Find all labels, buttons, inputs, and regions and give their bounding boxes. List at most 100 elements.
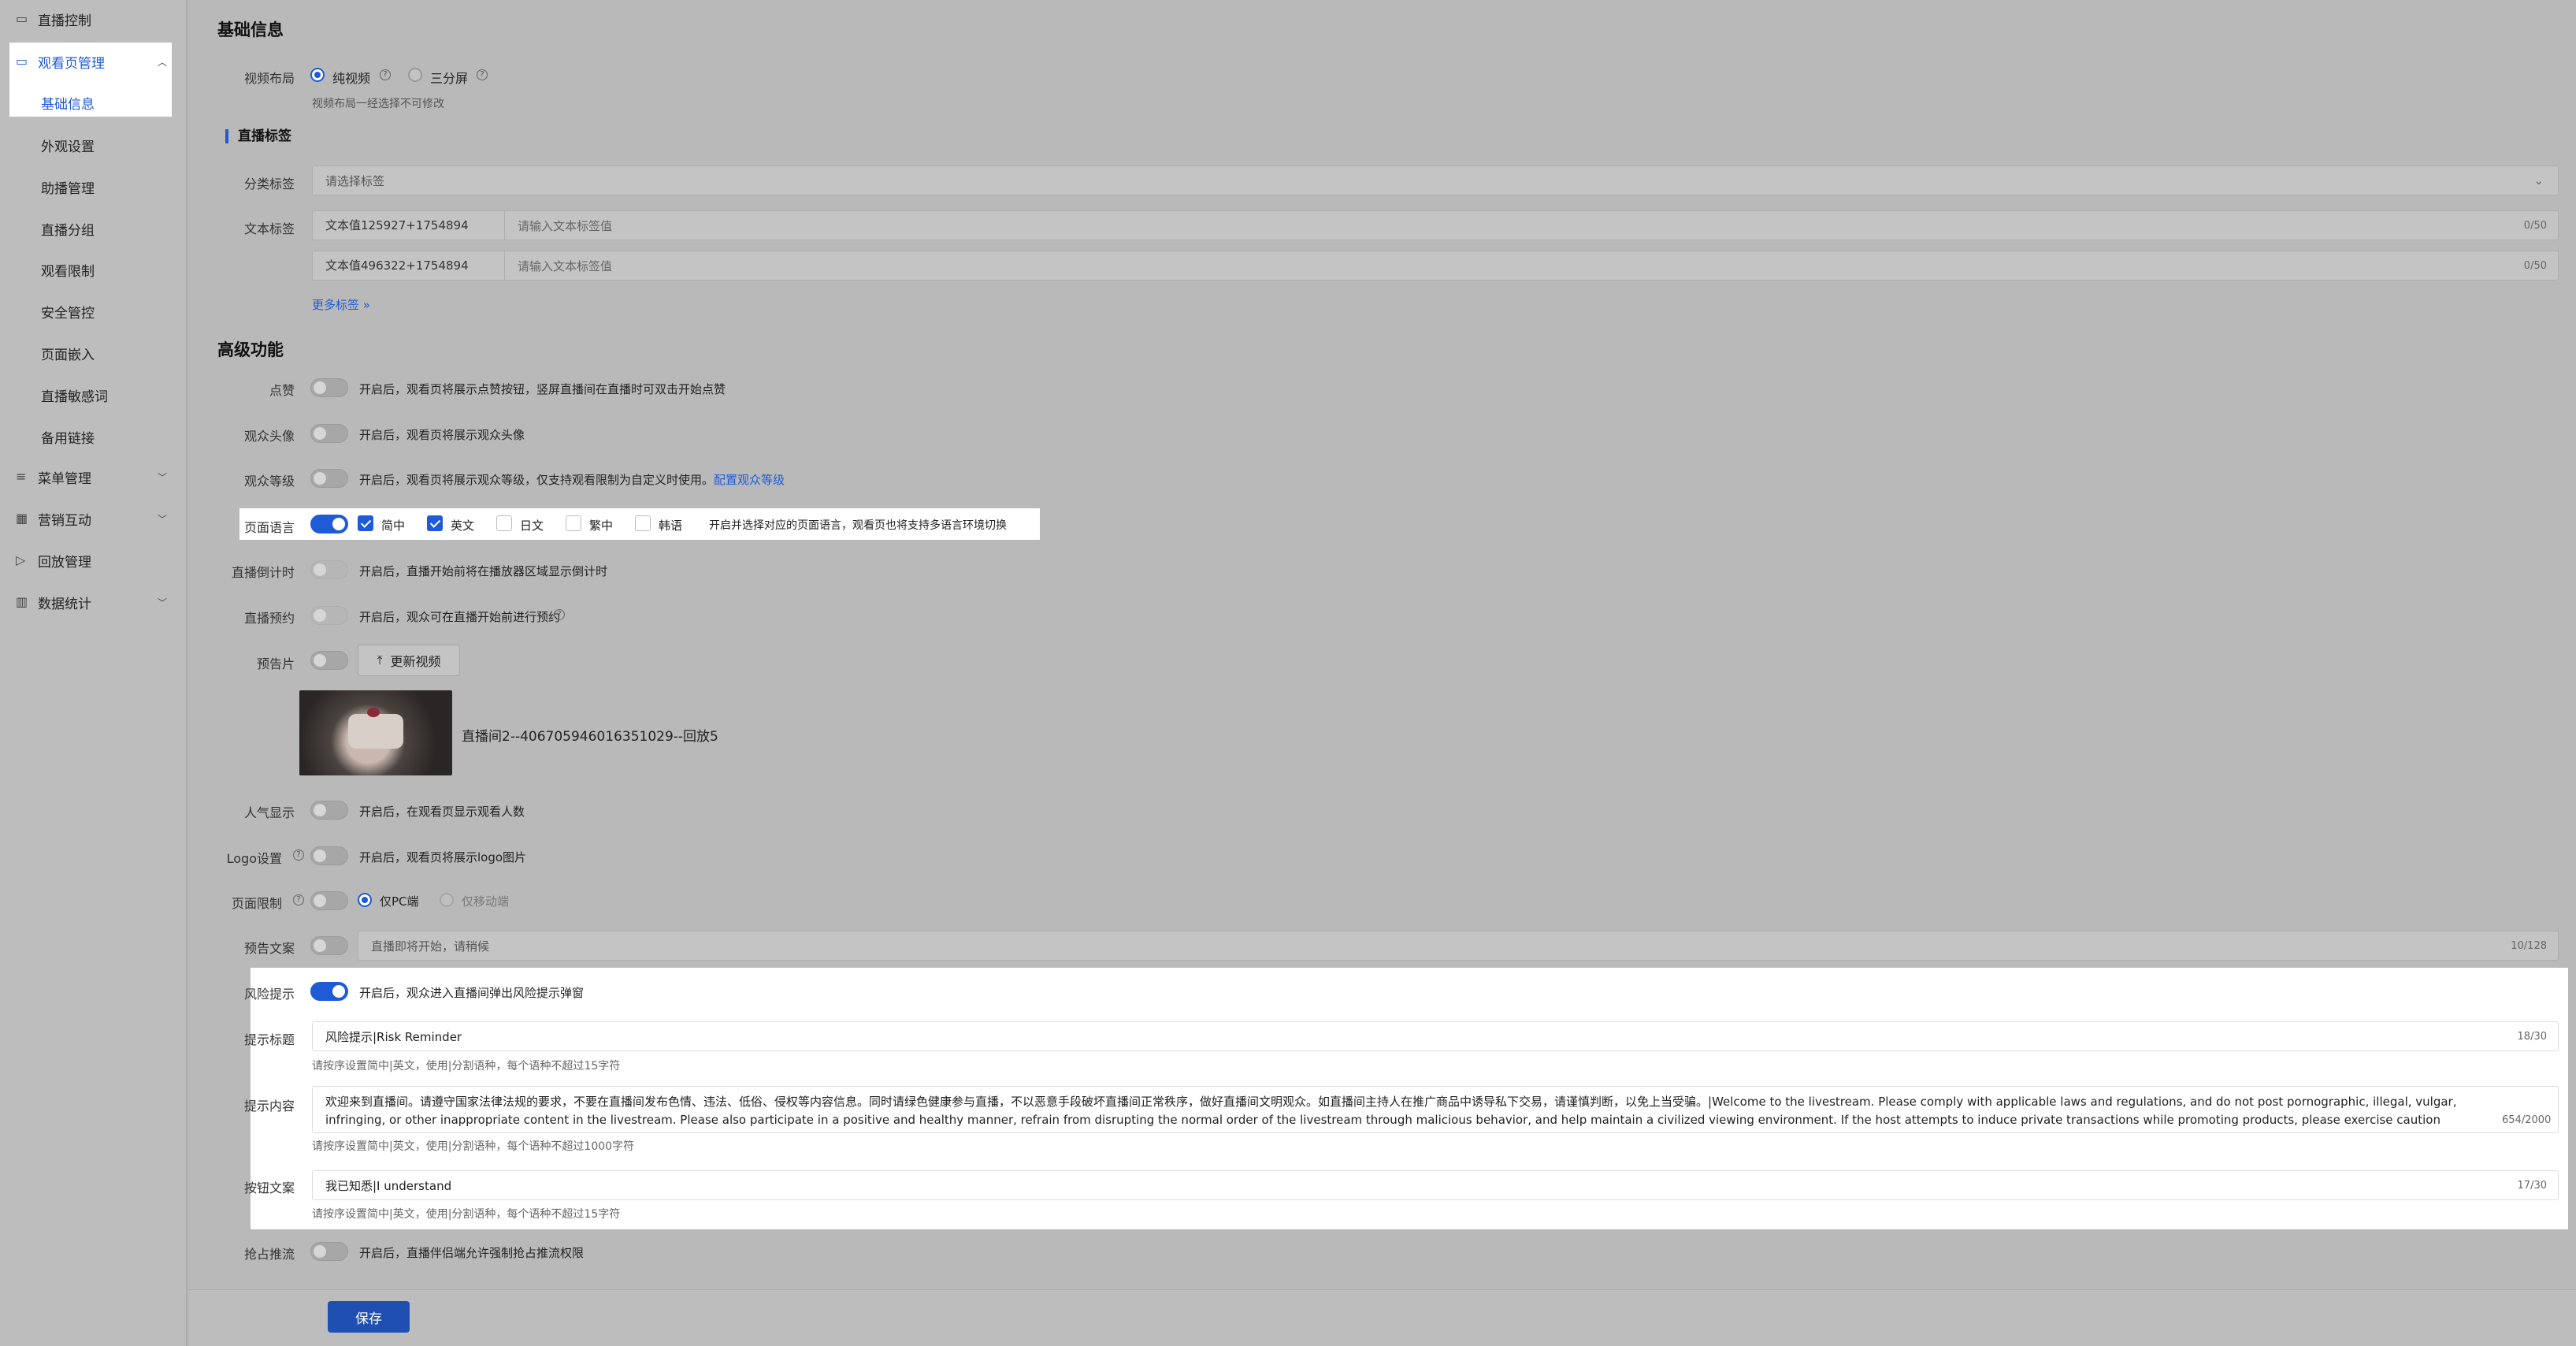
footer-bar <box>189 1289 2576 1346</box>
upload-icon: ⤒ <box>377 653 383 667</box>
sidebar-item-live-control[interactable]: ▭ 直播控制 <box>0 0 187 38</box>
page-limit-radio-pc[interactable] <box>358 893 372 907</box>
grab-label: 抢占推流 <box>243 1247 295 1262</box>
logo-desc: 开启后，观看页将展示logo图片 <box>359 850 527 864</box>
sidebar-item-stats[interactable]: ▥ 数据统计 ﹀ <box>0 583 187 621</box>
sidebar-subitem-assistant[interactable]: 助播管理 <box>41 177 95 197</box>
thumbnail-berry <box>367 708 380 717</box>
lang-desc: 开启并选择对应的页面语言，观看页也将支持多语言环境切换 <box>709 519 1007 532</box>
level-desc: 开启后，观看页将展示观众等级，仅支持观看限制为自定义时使用。配置观众等级 <box>359 473 785 487</box>
layout-radio-video[interactable] <box>310 68 325 82</box>
sidebar-item-marketing[interactable]: ▦ 营销互动 ﹀ <box>0 500 187 537</box>
sidebar-item-watch-page[interactable]: ▭ 观看页管理 ︿ <box>0 43 187 80</box>
page-limit-toggle[interactable] <box>310 891 348 910</box>
help-icon: ? <box>477 69 488 80</box>
text-tag-value-input[interactable]: 请输入文本标签值 <box>505 258 612 274</box>
popularity-label: 人气显示 <box>243 805 295 820</box>
chevron-down-icon: ﹀ <box>157 513 167 525</box>
grab-desc: 开启后，直播伴侣端允许强制抢占推流权限 <box>359 1246 585 1260</box>
sidebar-subitem-basic-info[interactable]: 基础信息 <box>41 93 95 113</box>
video-thumbnail[interactable] <box>299 690 452 775</box>
sidebar: ▭ 直播控制 ▭ 观看页管理 ︿ 基础信息 外观设置 助播管理 直播分组 观看限… <box>0 0 187 1346</box>
sidebar-item-replay[interactable]: ▷ 回放管理 <box>0 541 187 579</box>
sidebar-item-menu[interactable]: ≡ 菜单管理 ﹀ <box>0 458 187 496</box>
config-level-link[interactable]: 配置观众等级 <box>714 473 785 487</box>
sidebar-subitem-embed[interactable]: 页面嵌入 <box>41 344 95 363</box>
video-name: 直播间2--406705946016351029--回放5 <box>462 729 718 745</box>
update-video-button[interactable]: ⤒ 更新视频 <box>358 645 460 676</box>
risk-title-hint: 请按序设置简中|英文，使用|分割语种，每个语种不超过15字符 <box>312 1060 621 1073</box>
sidebar-subitem-backup-link[interactable]: 备用链接 <box>41 427 95 447</box>
advanced-title: 高级功能 <box>217 340 284 359</box>
like-toggle[interactable] <box>310 378 348 397</box>
thumbnail-dessert <box>348 714 403 749</box>
trailer-toggle[interactable] <box>310 651 348 670</box>
sidebar-subitem-appearance[interactable]: 外观设置 <box>41 136 95 155</box>
lang-checkbox-ko[interactable] <box>635 515 651 531</box>
page-limit-label: 页面限制 <box>231 896 282 911</box>
page-title: 基础信息 <box>217 20 284 39</box>
level-label: 观众等级 <box>243 474 295 489</box>
page-limit-radio-mobile[interactable] <box>440 893 454 907</box>
popularity-toggle[interactable] <box>310 801 348 820</box>
risk-content-textarea[interactable]: 欢迎来到直播间。请遵守国家法律法规的要求，不要在直播间发布色情、违法、低俗、侵权… <box>312 1086 2559 1133</box>
chevron-down-icon: ﹀ <box>157 471 167 483</box>
layout-radio-three[interactable] <box>408 68 422 82</box>
preview-text-toggle[interactable] <box>310 936 348 955</box>
chevron-up-icon: ︿ <box>157 56 167 68</box>
button-text-input[interactable]: 我已知悉|I understand 17/30 <box>312 1170 2559 1200</box>
more-tags-link[interactable]: 更多标签 » <box>312 296 370 313</box>
main-content: 基础信息 视频布局 纯视频 ? 三分屏 ? 视频布局一经选择不可修改 直播标签 … <box>189 0 2576 1346</box>
sidebar-subitem-watch-limit[interactable]: 观看限制 <box>41 260 95 280</box>
text-tag-value-input[interactable]: 请输入文本标签值 <box>505 218 612 234</box>
preview-text-input[interactable]: 直播即将开始，请稍候 10/128 <box>358 931 2559 961</box>
help-icon: ? <box>293 850 304 861</box>
layout-hint: 视频布局一经选择不可修改 <box>312 98 444 110</box>
double-chevron-down-icon: » <box>362 298 370 312</box>
live-control-icon: ▭ <box>16 11 28 26</box>
text-tag-label: 文本标签 <box>243 221 295 236</box>
countdown-toggle[interactable] <box>310 560 348 579</box>
risk-content-label: 提示内容 <box>243 1099 295 1114</box>
layout-option-video: 纯视频 <box>332 71 371 86</box>
replay-icon: ▷ <box>16 552 26 567</box>
lang-toggle[interactable] <box>310 515 348 534</box>
countdown-desc: 开启后，直播开始前将在播放器区域显示倒计时 <box>359 564 608 578</box>
sidebar-subitem-sensitive-words[interactable]: 直播敏感词 <box>41 385 108 405</box>
stats-icon: ▥ <box>16 594 28 609</box>
active-menu-panel: ▭ 观看页管理 ︿ 基础信息 <box>9 43 172 117</box>
marketing-icon: ▦ <box>16 511 28 526</box>
level-toggle[interactable] <box>310 469 348 488</box>
trailer-label: 预告片 <box>256 656 295 671</box>
sidebar-subitem-security[interactable]: 安全管控 <box>41 302 95 322</box>
risk-title-label: 提示标题 <box>243 1032 295 1047</box>
save-button[interactable]: 保存 <box>328 1301 410 1333</box>
countdown-label: 直播倒计时 <box>231 565 295 580</box>
category-tag-select[interactable]: 请选择标签 ⌄ <box>312 165 2559 195</box>
logo-toggle[interactable] <box>310 846 348 865</box>
risk-title-input[interactable]: 风险提示|Risk Reminder 18/30 <box>312 1021 2559 1051</box>
reserve-desc: 开启后，观众可在直播开始前进行预约 <box>359 610 561 624</box>
risk-toggle[interactable] <box>310 982 348 1001</box>
sidebar-subitem-group[interactable]: 直播分组 <box>41 219 95 239</box>
lang-checkbox-en[interactable] <box>427 515 443 531</box>
reserve-label: 直播预约 <box>243 611 295 626</box>
button-text-label: 按钮文案 <box>243 1181 295 1195</box>
like-desc: 开启后，观看页将展示点赞按钮，竖屏直播间在直播时可双击开始点赞 <box>359 382 726 396</box>
avatar-toggle[interactable] <box>310 424 348 443</box>
help-icon: ? <box>554 609 565 620</box>
avatar-desc: 开启后，观看页将展示观众头像 <box>359 428 525 442</box>
grab-toggle[interactable] <box>310 1242 348 1261</box>
text-tag-row-1: 文本值125927+1754894 请输入文本标签值 0/50 <box>312 210 2559 240</box>
menu-icon: ≡ <box>16 469 27 484</box>
watch-page-icon: ▭ <box>16 54 28 69</box>
popularity-desc: 开启后，在观看页显示观看人数 <box>359 805 525 819</box>
lang-checkbox-zh[interactable] <box>358 515 373 531</box>
lang-checkbox-tw[interactable] <box>566 515 581 531</box>
reserve-toggle[interactable] <box>310 606 348 625</box>
chevron-down-icon: ﹀ <box>157 597 167 608</box>
help-icon: ? <box>380 69 391 80</box>
lang-label: 页面语言 <box>243 520 295 535</box>
logo-label: Logo设置 <box>226 851 282 866</box>
lang-checkbox-ja[interactable] <box>496 515 512 531</box>
